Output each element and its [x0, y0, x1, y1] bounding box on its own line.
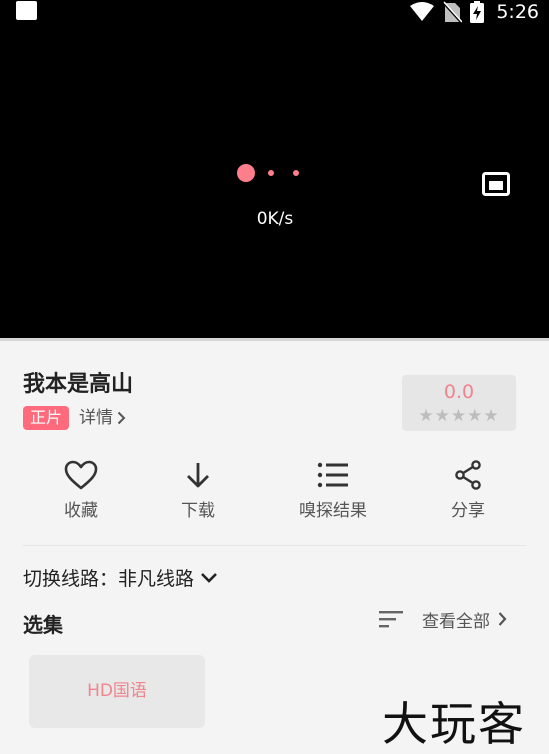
video-title: 我本是高山 — [23, 372, 134, 397]
no-sim-icon — [442, 1, 463, 23]
heart-icon — [64, 460, 98, 490]
action-bar: 收藏 下载 嗅探结果 分享 — [0, 456, 549, 526]
view-all-label: 查看全部 — [422, 611, 490, 632]
status-icons: 5:26 — [410, 0, 539, 24]
route-selector[interactable]: 切换线路：非凡线路 — [23, 564, 218, 591]
favorite-button[interactable]: 收藏 — [26, 456, 136, 526]
loading-indicator — [237, 164, 307, 182]
details-link[interactable]: 详情 — [79, 406, 126, 430]
episode-item[interactable]: HD国语 — [29, 655, 205, 728]
player-divider — [0, 338, 549, 341]
list-icon — [317, 462, 348, 488]
download-button[interactable]: 下载 — [143, 456, 253, 526]
download-speed: 0K/s — [256, 209, 294, 229]
status-badge: 正片 — [23, 406, 70, 430]
watermark-logo: 大玩客 — [382, 697, 526, 751]
rating-box: 0.0 ★★★★★ — [402, 375, 516, 431]
clock: 5:26 — [496, 1, 539, 23]
rating-score: 0.0 — [443, 381, 475, 403]
picture-in-picture-icon[interactable] — [482, 172, 510, 196]
favorite-label: 收藏 — [64, 501, 98, 521]
download-arrow-icon — [187, 463, 209, 488]
chevron-right-icon — [117, 411, 126, 425]
video-player[interactable]: 5:26 0K/s — [0, 0, 549, 338]
status-bar: 5:26 — [0, 0, 549, 24]
share-icon — [455, 460, 481, 490]
download-label: 下载 — [181, 501, 215, 521]
episodes-title: 选集 — [23, 613, 63, 637]
details-label: 详情 — [79, 408, 113, 428]
notification-icon — [16, 1, 37, 20]
sniff-results-label: 嗅探结果 — [299, 501, 367, 521]
battery-charging-icon — [470, 1, 485, 23]
rating-stars: ★★★★★ — [418, 406, 500, 426]
sort-icon — [379, 611, 403, 628]
chevron-down-icon — [201, 572, 217, 583]
share-label: 分享 — [451, 501, 485, 521]
route-label: 切换线路：非凡线路 — [23, 568, 195, 590]
view-all-button[interactable]: 查看全部 — [378, 606, 507, 632]
sniff-results-button[interactable]: 嗅探结果 — [278, 456, 388, 526]
wifi-icon — [410, 2, 435, 21]
chevron-right-icon — [498, 612, 507, 626]
section-divider — [23, 545, 526, 546]
share-button[interactable]: 分享 — [413, 456, 523, 526]
